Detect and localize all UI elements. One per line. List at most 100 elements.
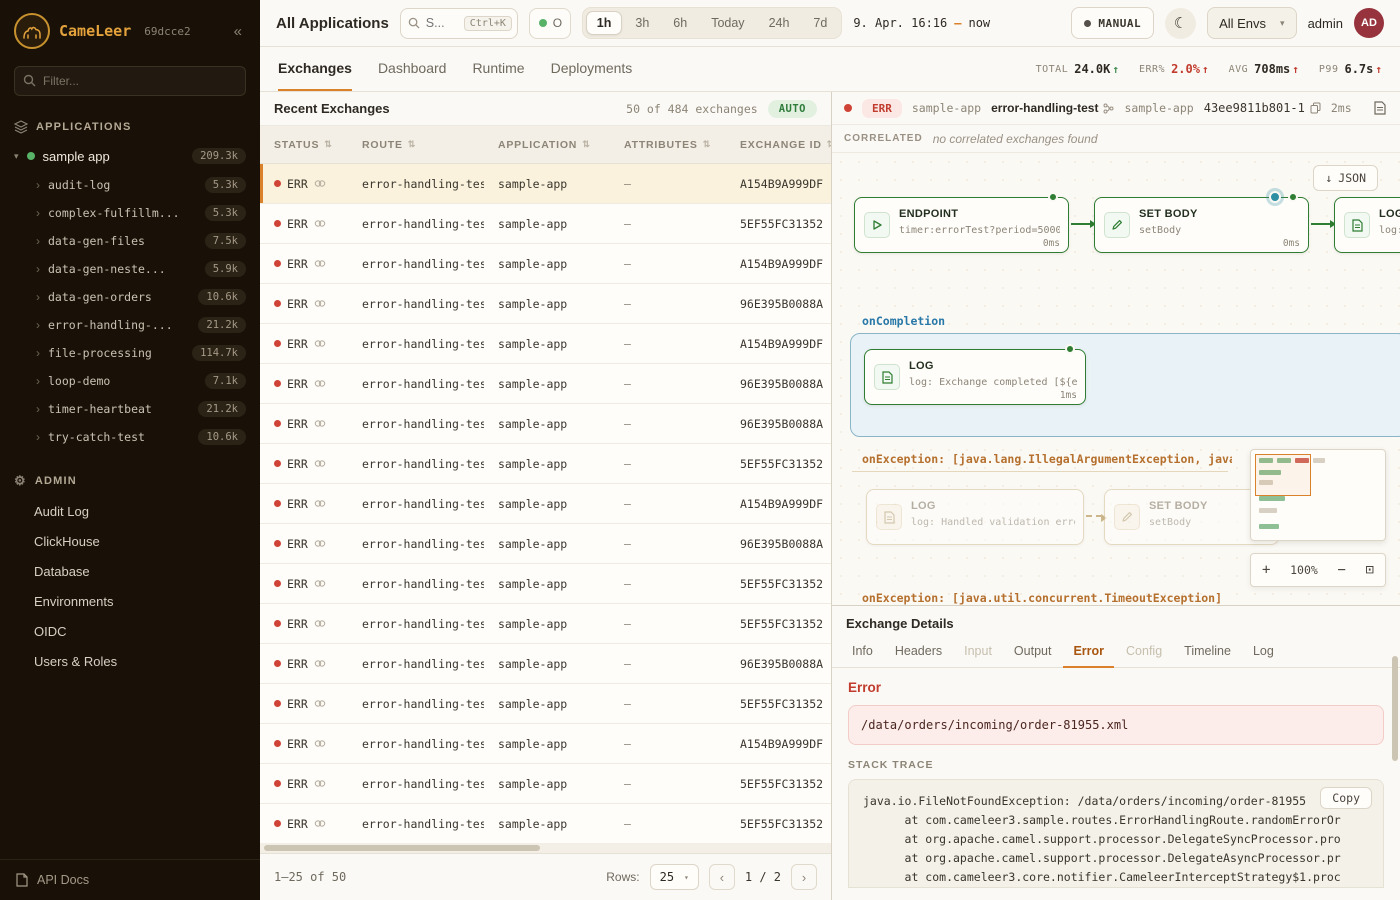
global-search[interactable]: Ctrl+K <box>400 8 518 39</box>
sidebar-admin-item[interactable]: Database <box>0 556 260 586</box>
sidebar-route-item[interactable]: ›audit-log5.3k <box>0 171 260 199</box>
tab-exchanges[interactable]: Exchanges <box>278 47 352 91</box>
vertical-scrollbar-thumb[interactable] <box>1392 656 1398 761</box>
copy-button[interactable]: Copy <box>1320 787 1372 809</box>
chevron-down-icon: ▾ <box>684 873 689 882</box>
filter-input[interactable] <box>14 66 246 96</box>
sidebar-route-item[interactable]: ›timer-heartbeat21.2k <box>0 395 260 423</box>
exchange-row[interactable]: ERRerror-handling-testsample-app—96E395B… <box>260 364 831 404</box>
detail-tab-output[interactable]: Output <box>1004 637 1062 668</box>
sidebar-app-sample-app[interactable]: ▾ sample app 209.3k <box>0 141 260 171</box>
sidebar-route-item[interactable]: ›complex-fulfillm...5.3k <box>0 199 260 227</box>
date-range-picker[interactable]: 9. Apr. 16:16 – now <box>853 16 990 30</box>
live-toggle[interactable]: O <box>529 8 571 39</box>
detail-tab-config[interactable]: Config <box>1116 637 1172 668</box>
exchange-row[interactable]: ERRerror-handling-testsample-app—A154B9A… <box>260 724 831 764</box>
page-size-select[interactable]: 25 ▾ <box>650 864 699 890</box>
sidebar-route-item[interactable]: ›error-handling-...21.2k <box>0 311 260 339</box>
exchange-row[interactable]: ERRerror-handling-testsample-app—5EF55FC… <box>260 804 831 843</box>
sidebar-route-item[interactable]: ›try-catch-test10.6k <box>0 423 260 451</box>
column-header-status[interactable]: STATUS⇅ <box>260 139 348 151</box>
exchange-row[interactable]: ERRerror-handling-testsample-app—A154B9A… <box>260 164 831 204</box>
exchange-row[interactable]: ERRerror-handling-testsample-app—96E395B… <box>260 524 831 564</box>
column-header-route[interactable]: ROUTE⇅ <box>348 139 484 151</box>
exchange-row[interactable]: ERRerror-handling-testsample-app—A154B9A… <box>260 484 831 524</box>
horizontal-scrollbar[interactable] <box>260 843 831 853</box>
sidebar-admin-item[interactable]: Users & Roles <box>0 646 260 676</box>
exchange-row[interactable]: ERRerror-handling-testsample-app—96E395B… <box>260 404 831 444</box>
exchange-id-cell: 5EF55FC31352 <box>726 697 831 711</box>
column-header-exchange-id[interactable]: EXCHANGE ID⇅ <box>726 139 831 151</box>
column-header-application[interactable]: APPLICATION⇅ <box>484 139 610 151</box>
time-range-24h[interactable]: 24h <box>758 11 801 35</box>
route-flow-canvas[interactable]: ↓ JSON ENDPOINT timer:errorTest?period=5… <box>832 153 1400 605</box>
zoom-out-button[interactable]: − <box>1337 562 1345 578</box>
tab-dashboard[interactable]: Dashboard <box>378 47 447 91</box>
prev-page-button[interactable]: ‹ <box>709 864 735 890</box>
sidebar-route-item[interactable]: ›data-gen-neste...5.9k <box>0 255 260 283</box>
tab-deployments[interactable]: Deployments <box>551 47 633 91</box>
exchange-row[interactable]: ERRerror-handling-testsample-app—5EF55FC… <box>260 604 831 644</box>
tab-runtime[interactable]: Runtime <box>472 47 524 91</box>
flow-minimap[interactable] <box>1250 449 1386 541</box>
next-page-button[interactable]: › <box>791 864 817 890</box>
flow-node-log[interactable]: LOG log: Sta <box>1334 197 1400 253</box>
exchange-row[interactable]: ERRerror-handling-testsample-app—A154B9A… <box>260 244 831 284</box>
exchange-row[interactable]: ERRerror-handling-testsample-app—5EF55FC… <box>260 204 831 244</box>
api-docs-link[interactable]: API Docs <box>0 859 260 900</box>
exchange-row[interactable]: ERRerror-handling-testsample-app—5EF55FC… <box>260 444 831 484</box>
detail-tab-log[interactable]: Log <box>1243 637 1284 668</box>
flow-node-exception-log[interactable]: LOG log: Handled validation error: ${exc… <box>866 489 1084 545</box>
flow-node-endpoint[interactable]: ENDPOINT timer:errorTest?period=5000&del… <box>854 197 1069 253</box>
download-json-button[interactable]: ↓ JSON <box>1313 165 1378 191</box>
sidebar-collapse-icon[interactable]: « <box>230 21 246 42</box>
time-range-6h[interactable]: 6h <box>662 11 698 35</box>
sidebar-route-item[interactable]: ›file-processing114.7k <box>0 339 260 367</box>
date-range-separator: – <box>954 16 961 30</box>
exchange-id-cell: A154B9A999DF <box>726 497 831 511</box>
stat-p99: P996.7s↑ <box>1319 62 1382 76</box>
log-file-icon[interactable] <box>1372 99 1388 117</box>
scrollbar-thumb[interactable] <box>264 845 540 851</box>
environment-select[interactable]: All Envs ▾ <box>1207 7 1297 39</box>
sidebar-route-item[interactable]: ›data-gen-files7.5k <box>0 227 260 255</box>
sidebar-route-item[interactable]: ›loop-demo7.1k <box>0 367 260 395</box>
sidebar-route-item[interactable]: ›data-gen-orders10.6k <box>0 283 260 311</box>
exchange-row[interactable]: ERRerror-handling-testsample-app—A154B9A… <box>260 324 831 364</box>
copy-icon[interactable] <box>1310 102 1321 114</box>
detail-tab-timeline[interactable]: Timeline <box>1174 637 1241 668</box>
avatar[interactable]: AD <box>1354 8 1384 38</box>
minimap-viewport[interactable] <box>1255 454 1311 496</box>
exchange-row[interactable]: ERRerror-handling-testsample-app—5EF55FC… <box>260 684 831 724</box>
dark-mode-toggle[interactable]: ☾ <box>1165 8 1196 39</box>
detail-tab-info[interactable]: Info <box>842 637 883 668</box>
exchange-id-cell: 5EF55FC31352 <box>726 217 831 231</box>
sidebar-admin-item[interactable]: OIDC <box>0 616 260 646</box>
zoom-in-button[interactable]: + <box>1262 562 1270 578</box>
attributes-cell: — <box>610 457 726 471</box>
time-range-1h[interactable]: 1h <box>586 11 623 35</box>
detail-tab-input[interactable]: Input <box>954 637 1002 668</box>
sidebar-admin-item[interactable]: Environments <box>0 586 260 616</box>
node-status-dot <box>1065 344 1075 354</box>
column-header-attributes[interactable]: ATTRIBUTES⇅ <box>610 139 726 151</box>
sidebar-admin-item[interactable]: Audit Log <box>0 496 260 526</box>
sidebar-admin-item[interactable]: ClickHouse <box>0 526 260 556</box>
detail-tab-headers[interactable]: Headers <box>885 637 952 668</box>
fit-view-button[interactable]: ⊡ <box>1366 562 1374 578</box>
auto-refresh-badge[interactable]: AUTO <box>768 100 817 118</box>
status-cell: ERR <box>260 337 348 351</box>
manual-refresh-button[interactable]: MANUAL <box>1071 7 1154 39</box>
exchange-row[interactable]: ERRerror-handling-testsample-app—5EF55FC… <box>260 764 831 804</box>
time-range-today[interactable]: Today <box>700 11 755 35</box>
chevron-right-icon: › <box>36 430 40 444</box>
detail-tab-error[interactable]: Error <box>1063 637 1114 668</box>
flow-node-set-body[interactable]: SET BODY setBody 0ms <box>1094 197 1309 253</box>
exchange-row[interactable]: ERRerror-handling-testsample-app—96E395B… <box>260 284 831 324</box>
flow-node-completion-log[interactable]: LOG log: Exchange completed [${exchan 1m… <box>864 349 1086 405</box>
time-range-3h[interactable]: 3h <box>624 11 660 35</box>
time-range-7d[interactable]: 7d <box>802 11 838 35</box>
search-input[interactable] <box>426 16 458 30</box>
exchange-row[interactable]: ERRerror-handling-testsample-app—96E395B… <box>260 644 831 684</box>
exchange-row[interactable]: ERRerror-handling-testsample-app—5EF55FC… <box>260 564 831 604</box>
